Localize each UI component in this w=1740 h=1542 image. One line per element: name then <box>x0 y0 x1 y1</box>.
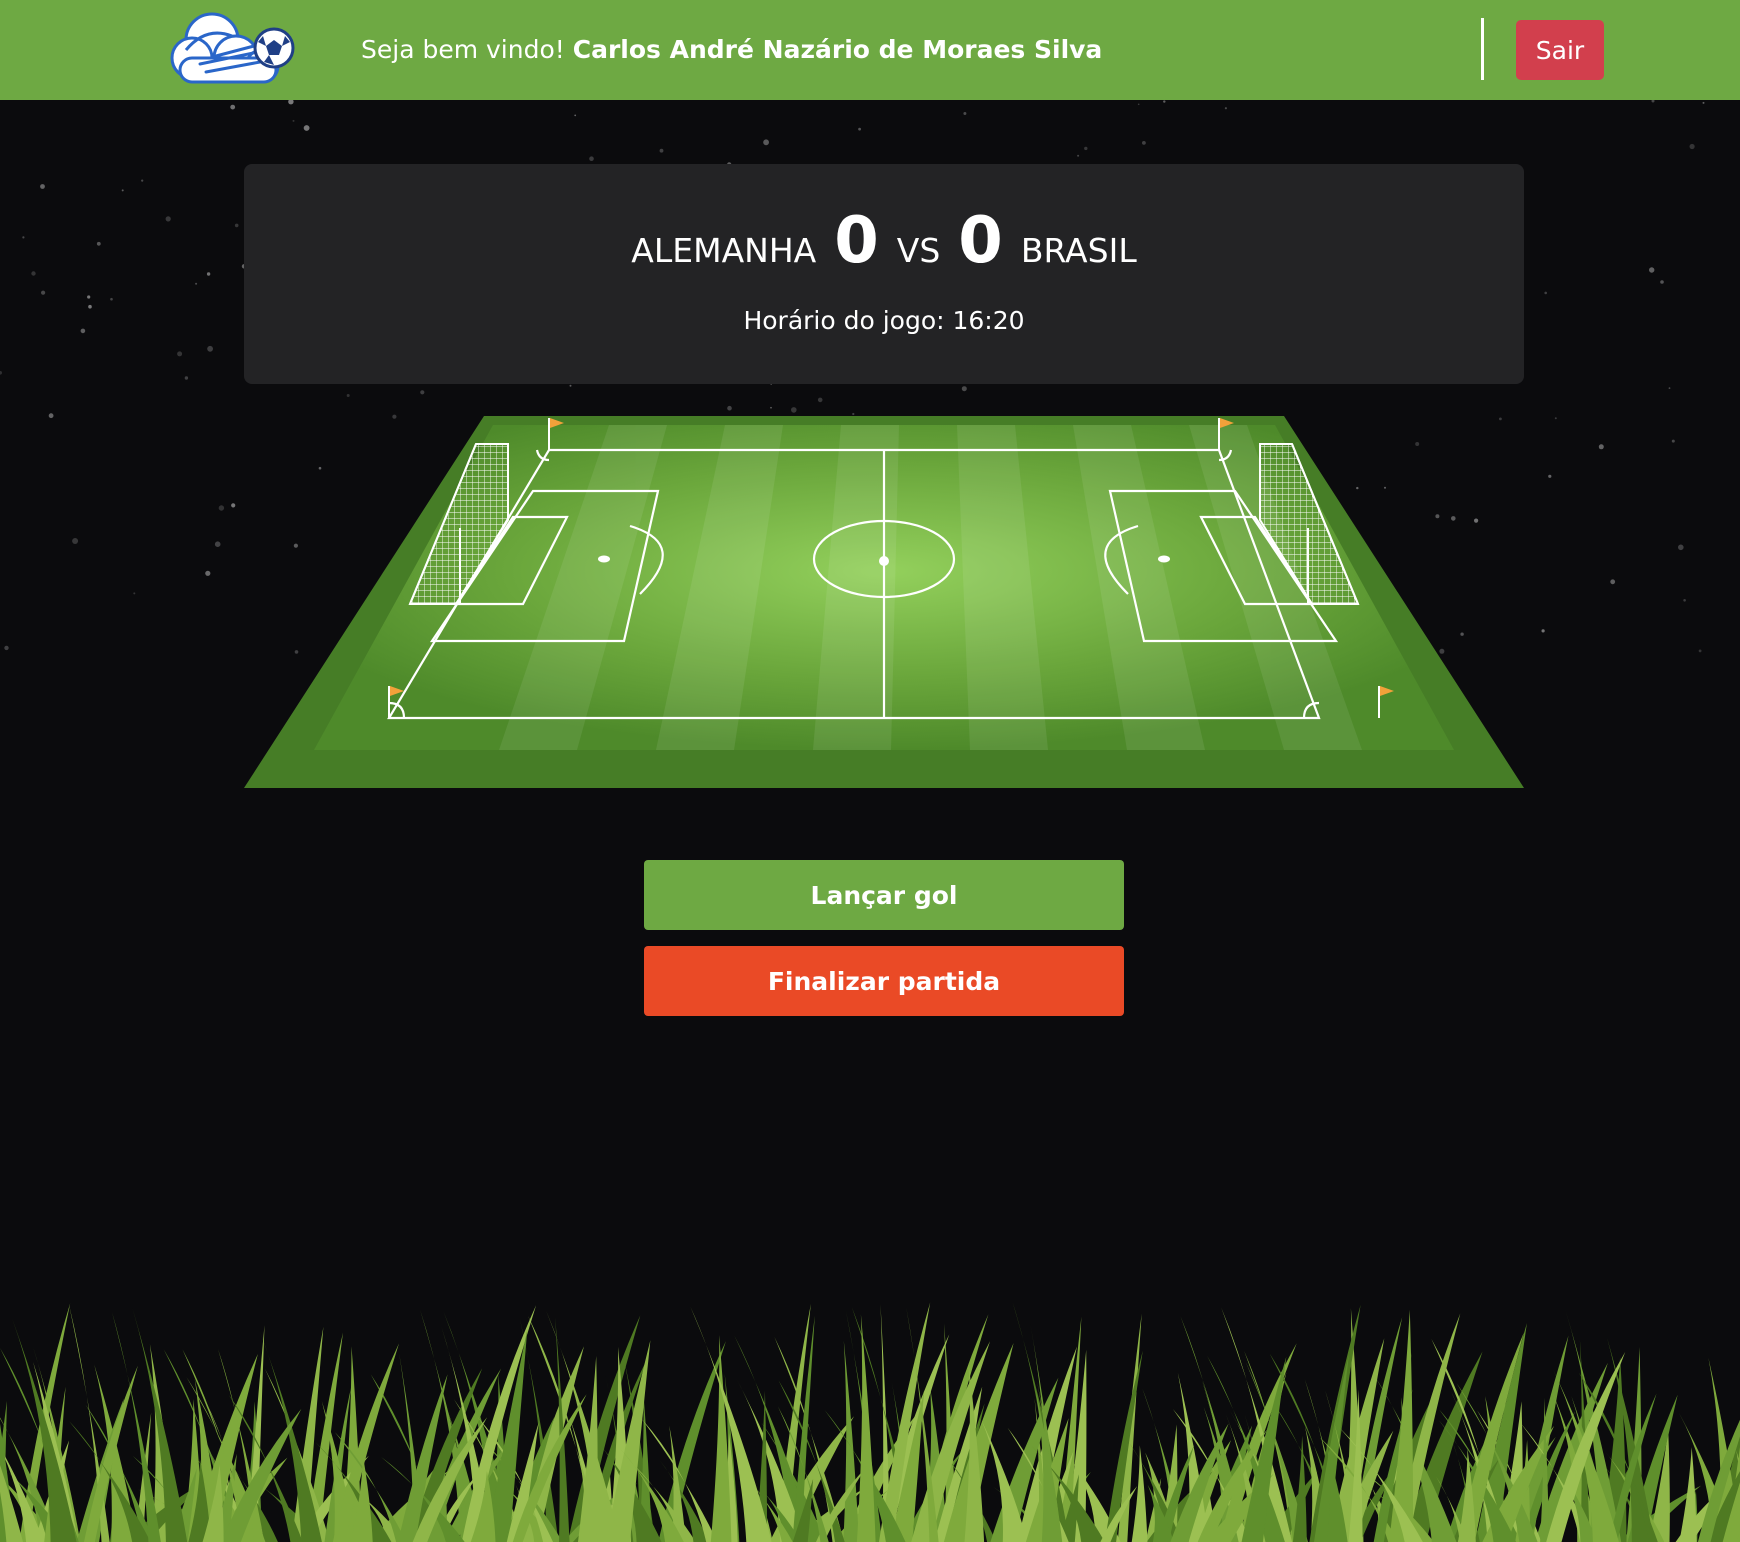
welcome-message: Seja bem vindo! Carlos André Nazário de … <box>361 33 1102 67</box>
grass-decoration <box>0 1302 1740 1542</box>
away-team-name: BRASIL <box>1020 231 1137 270</box>
scoreboard: ALEMANHA 0 VS 0 BRASIL <box>244 204 1524 284</box>
home-score: 0 <box>834 204 879 278</box>
home-team-name: ALEMANHA <box>631 231 817 270</box>
vs-label: VS <box>896 231 941 270</box>
match-time: Horário do jogo: 16:20 <box>743 306 1025 335</box>
user-name: Carlos André Nazário de Moraes Silva <box>572 35 1103 64</box>
logo-cloud-ball-icon <box>170 12 295 84</box>
soccer-field-illustration <box>244 416 1524 788</box>
away-score: 0 <box>958 204 1003 278</box>
end-match-button[interactable]: Finalizar partida <box>644 946 1124 1016</box>
welcome-label: Seja bem vindo! <box>361 35 565 64</box>
top-bar: Seja bem vindo! Carlos André Nazário de … <box>0 0 1740 100</box>
scoreboard-panel: ALEMANHA 0 VS 0 BRASIL <box>244 164 1524 384</box>
logout-button[interactable]: Sair <box>1516 20 1604 80</box>
launch-goal-button[interactable]: Lançar gol <box>644 860 1124 930</box>
header-divider <box>1481 18 1484 80</box>
